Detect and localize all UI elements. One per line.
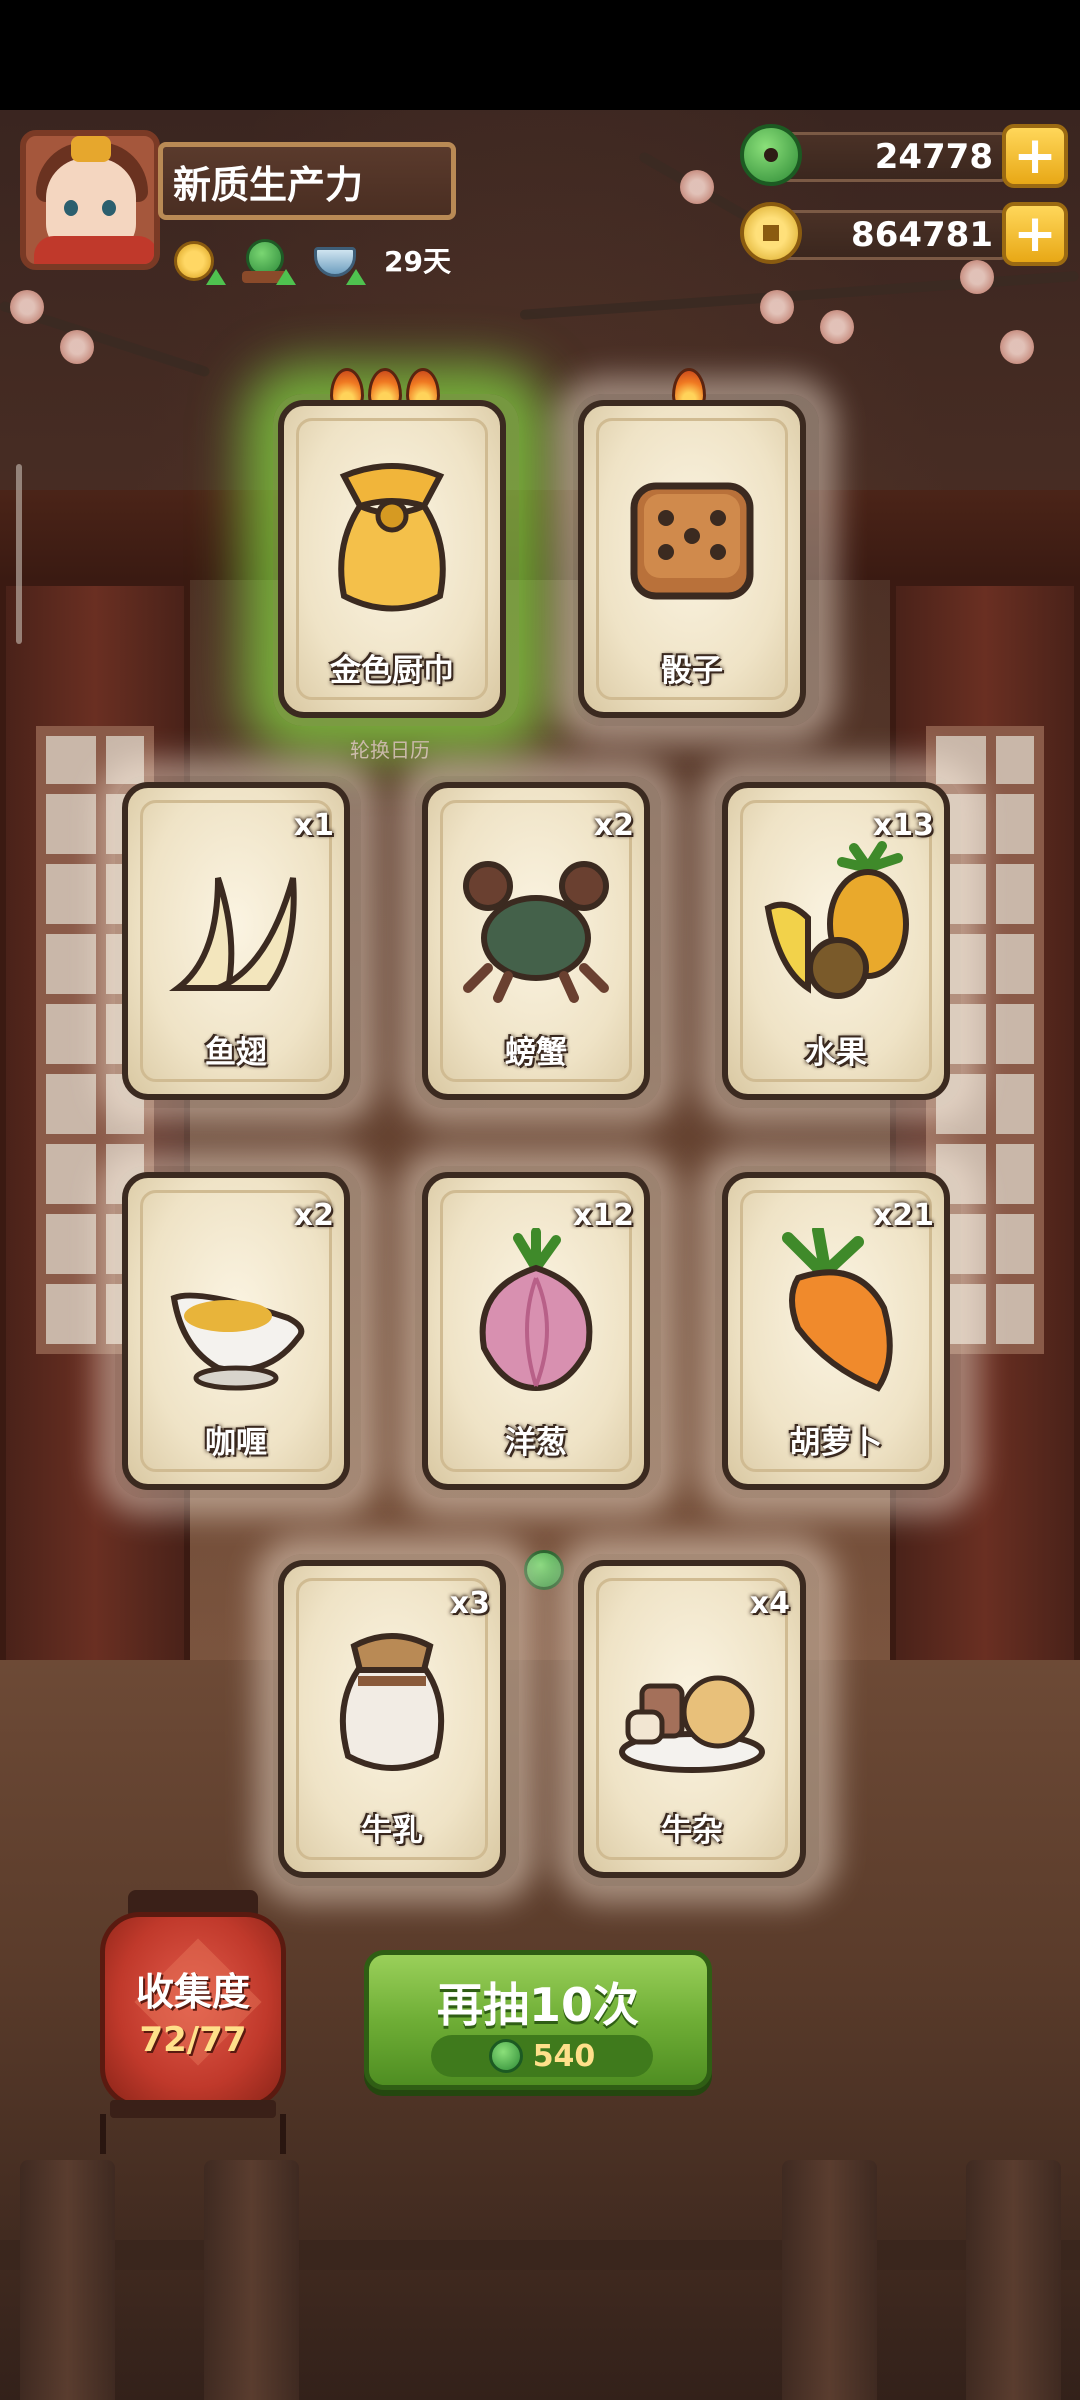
card-curry[interactable]: x2 咖喱 bbox=[122, 1172, 350, 1490]
blossom bbox=[820, 310, 854, 344]
card-count: x2 bbox=[593, 808, 634, 843]
card-golden-towel[interactable]: 金色厨巾 bbox=[278, 400, 506, 718]
days-counter: 29天 bbox=[384, 245, 451, 278]
collection-lantern[interactable]: 收集度 72/77 bbox=[100, 1912, 286, 2108]
dice-icon bbox=[630, 482, 754, 600]
player-name-box[interactable]: 新质生产力 bbox=[158, 142, 456, 220]
card-label: 胡萝卜 bbox=[789, 1425, 883, 1461]
onion-icon bbox=[479, 1228, 593, 1392]
lantern-stand bbox=[100, 2114, 286, 2154]
fruit-icon bbox=[764, 841, 909, 999]
milk-jar-icon bbox=[339, 1633, 445, 1771]
card-label: 鱼翅 bbox=[205, 1035, 267, 1071]
blossom bbox=[60, 330, 94, 364]
coin-currency: 864781 + bbox=[740, 202, 1068, 266]
draw-again-button[interactable]: 再抽10次 540 bbox=[364, 1950, 712, 2090]
draw-cost: 540 bbox=[431, 2035, 653, 2077]
collection-progress: 72/77 bbox=[139, 2019, 247, 2060]
bowl-boost-icon[interactable] bbox=[312, 235, 366, 285]
blossom-branch bbox=[519, 270, 1079, 320]
draw-again-label: 再抽10次 bbox=[436, 1978, 639, 2032]
blossom bbox=[760, 290, 794, 324]
card-count: x13 bbox=[872, 808, 934, 843]
side-scroll-indicator bbox=[16, 464, 22, 644]
fence-post bbox=[20, 2160, 115, 2400]
card-beef-offal[interactable]: x4 牛杂 bbox=[578, 1560, 806, 1878]
shark-fin-icon bbox=[169, 877, 297, 991]
player-name: 新质生产力 bbox=[173, 162, 364, 207]
jade-icon bbox=[488, 2039, 523, 2073]
jade-icon bbox=[740, 124, 802, 186]
fence-rail bbox=[0, 2240, 1080, 2270]
beef-offal-icon bbox=[619, 1675, 765, 1773]
card-label: 牛杂 bbox=[661, 1813, 723, 1849]
buff-row: 29天 bbox=[172, 232, 451, 288]
calendar-label: 轮换日历 bbox=[350, 738, 430, 762]
card-shark-fin[interactable]: x1 鱼翅 bbox=[122, 782, 350, 1100]
carrot-icon bbox=[782, 1228, 893, 1392]
roof-beam bbox=[0, 490, 1080, 580]
jade-ornament bbox=[524, 1550, 564, 1590]
fence-post bbox=[782, 2160, 877, 2400]
jade-boost-icon[interactable] bbox=[242, 235, 296, 285]
card-count: x12 bbox=[572, 1198, 634, 1233]
card-label: 牛乳 bbox=[361, 1813, 423, 1849]
card-label: 水果 bbox=[805, 1035, 867, 1071]
card-label: 螃蟹 bbox=[505, 1035, 567, 1071]
card-carrot[interactable]: x21 胡萝卜 bbox=[722, 1172, 950, 1490]
card-count: x4 bbox=[749, 1586, 790, 1621]
fence-post bbox=[966, 2160, 1061, 2400]
player-avatar[interactable] bbox=[20, 130, 160, 270]
coin-amount: 864781 bbox=[851, 215, 993, 255]
golden-towel-icon bbox=[338, 463, 446, 612]
coin-boost-icon[interactable] bbox=[172, 235, 226, 285]
card-label: 咖喱 bbox=[205, 1425, 267, 1461]
card-count: x21 bbox=[872, 1198, 934, 1233]
crab-icon bbox=[463, 861, 609, 1003]
card-fruit[interactable]: x13 水果 bbox=[722, 782, 950, 1100]
blossom bbox=[1000, 330, 1034, 364]
jade-currency: 24778 + bbox=[740, 124, 1068, 188]
card-label: 洋葱 bbox=[505, 1425, 567, 1461]
add-jade-button[interactable]: + bbox=[1002, 124, 1068, 188]
card-count: x1 bbox=[293, 808, 334, 843]
fence-post bbox=[204, 2160, 299, 2400]
card-crab[interactable]: x2 螃蟹 bbox=[422, 782, 650, 1100]
card-dice[interactable]: 骰子 bbox=[578, 400, 806, 718]
jade-amount: 24778 bbox=[874, 137, 993, 177]
card-milk[interactable]: x3 牛乳 bbox=[278, 1560, 506, 1878]
card-onion[interactable]: x12 洋葱 bbox=[422, 1172, 650, 1490]
card-count: x2 bbox=[293, 1198, 334, 1233]
draw-cost-value: 540 bbox=[532, 2038, 596, 2074]
blossom bbox=[680, 170, 714, 204]
coin-icon bbox=[740, 202, 802, 264]
add-coins-button[interactable]: + bbox=[1002, 202, 1068, 266]
card-count: x3 bbox=[449, 1586, 490, 1621]
card-label: 骰子 bbox=[661, 653, 723, 689]
status-bar bbox=[0, 0, 1080, 110]
card-label: 金色厨巾 bbox=[330, 653, 454, 689]
collection-title: 收集度 bbox=[135, 1969, 250, 2014]
blossom bbox=[10, 290, 44, 324]
curry-icon bbox=[170, 1292, 305, 1391]
